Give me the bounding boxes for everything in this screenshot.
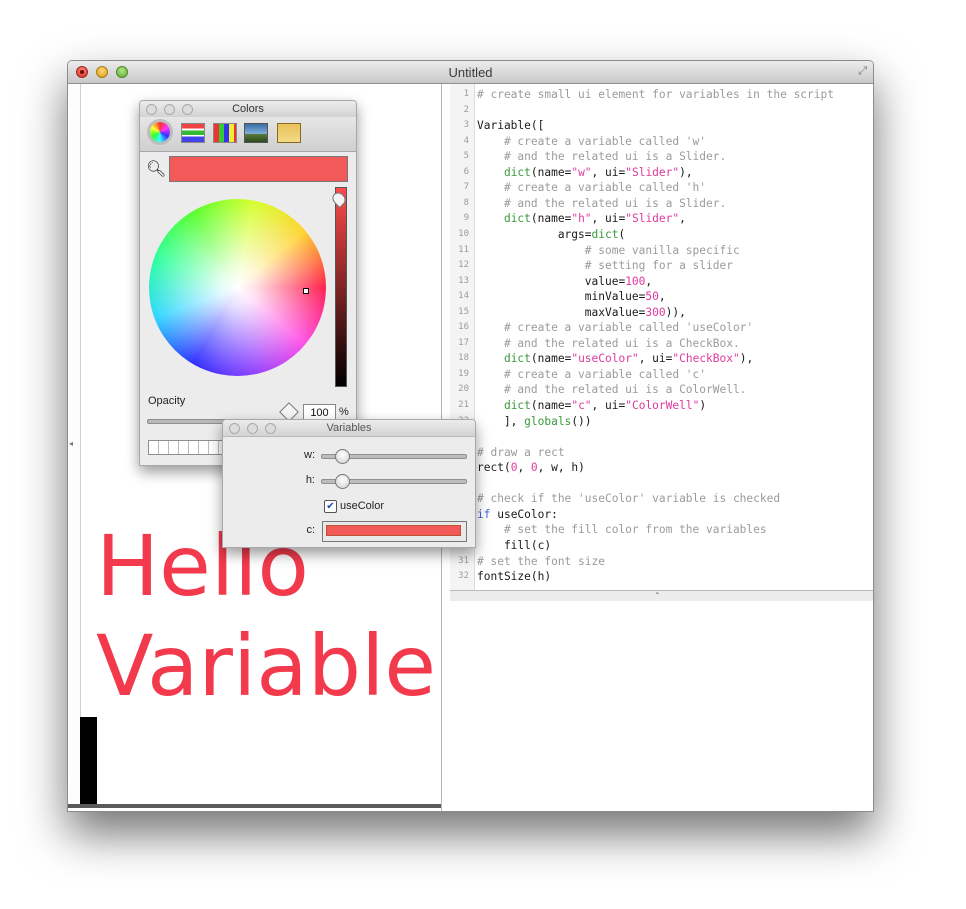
usecolor-checkbox[interactable]: ✔ — [324, 500, 337, 513]
line-number: 21 — [458, 400, 469, 410]
colors-title-bar[interactable]: Colors — [140, 101, 356, 117]
code-line[interactable]: Variable([ — [477, 118, 544, 133]
code-line[interactable]: ], globals()) — [477, 414, 592, 429]
line-number: 9 — [463, 213, 469, 224]
code-line[interactable]: dict(name="h", ui="Slider", — [477, 211, 686, 226]
code-editor[interactable]: 1 # create small ui element for variables… — [450, 84, 873, 590]
opacity-label: Opacity — [148, 395, 186, 407]
color-sliders-icon[interactable] — [181, 123, 205, 143]
line-number: 13 — [458, 275, 469, 286]
magnifier-icon[interactable]: 🔍︎ — [146, 159, 166, 179]
colorwell-swatch — [326, 525, 461, 536]
variables-title-bar[interactable]: Variables — [223, 420, 475, 437]
splitter-handle-icon[interactable]: ⌃ — [654, 591, 661, 600]
line-number: 4 — [463, 135, 469, 146]
code-line[interactable]: fill(c) — [477, 538, 551, 553]
colors-title: Colors — [232, 103, 264, 115]
code-line[interactable]: # and the related ui is a CheckBox. — [477, 336, 740, 351]
variables-title: Variables — [326, 422, 372, 434]
code-line[interactable]: minValue=50, — [477, 289, 666, 304]
line-number: 5 — [463, 151, 469, 162]
code-line[interactable]: # create small ui element for variables … — [477, 87, 834, 102]
title-bar[interactable]: Untitled ⤢ — [68, 61, 873, 84]
color-wheel-icon[interactable] — [150, 122, 170, 142]
code-line[interactable]: fontSize(h) — [477, 569, 551, 584]
color-wheel-center — [149, 199, 326, 376]
chevron-left-icon[interactable]: ◂ — [69, 439, 73, 448]
line-number: 19 — [458, 368, 469, 379]
code-line[interactable]: # create a variable called 'c' — [477, 367, 706, 382]
line-number: 20 — [458, 384, 469, 395]
code-line[interactable]: # and the related ui is a ColorWell. — [477, 382, 746, 397]
code-line[interactable]: # and the related ui is a Slider. — [477, 196, 726, 211]
w-label: w: — [304, 449, 315, 461]
line-number: 15 — [458, 306, 469, 317]
line-number: 31 — [458, 555, 469, 566]
h-label: h: — [305, 474, 315, 486]
line-number: 17 — [458, 337, 469, 348]
code-line[interactable]: args=dict( — [477, 227, 625, 242]
selected-color-swatch[interactable] — [169, 156, 348, 182]
window-title: Untitled — [448, 65, 493, 80]
code-line[interactable]: # set the font size — [477, 554, 605, 569]
image-palettes-icon[interactable] — [244, 123, 268, 143]
line-number: 18 — [458, 353, 469, 364]
code-line[interactable]: # check if the 'useColor' variable is ch… — [477, 491, 780, 506]
code-line[interactable]: value=100, — [477, 274, 652, 289]
output-console[interactable] — [450, 601, 873, 811]
w-slider-knob[interactable] — [335, 449, 351, 464]
drawn-rect — [80, 717, 97, 805]
code-line[interactable]: rect(0, 0, w, h) — [477, 460, 585, 475]
colors-panel: Colors 🔍︎ Opacity 100 % — [139, 100, 357, 466]
usecolor-label[interactable]: useColor — [340, 500, 384, 512]
code-line[interactable]: maxValue=300)), — [477, 305, 686, 320]
canvas-text-line-2: Variable — [96, 617, 437, 715]
c-label: c: — [306, 524, 315, 536]
colors-toolbar — [140, 117, 356, 152]
code-line[interactable]: dict(name="c", ui="ColorWell") — [477, 398, 706, 413]
fullscreen-icon[interactable]: ⤢ — [858, 65, 867, 78]
line-number: 14 — [458, 291, 469, 302]
code-line[interactable]: dict(name="w", ui="Slider"), — [477, 165, 693, 180]
line-number: 10 — [458, 228, 469, 239]
line-number: 1 — [463, 89, 469, 99]
line-number: 6 — [463, 166, 469, 177]
line-number: 12 — [458, 260, 469, 271]
code-line[interactable]: # some vanilla specific — [477, 243, 740, 258]
code-line[interactable]: # create a variable called 'w' — [477, 134, 706, 149]
opacity-percent-label: % — [339, 406, 349, 418]
color-palettes-icon[interactable] — [213, 123, 237, 143]
line-number: 7 — [463, 182, 469, 193]
line-number: 3 — [463, 120, 469, 131]
line-number: 32 — [458, 571, 469, 582]
canvas-bottom-border — [68, 804, 441, 808]
c-colorwell[interactable] — [322, 521, 467, 542]
code-line[interactable]: if useColor: — [477, 507, 558, 522]
line-number: 8 — [463, 197, 469, 208]
color-wheel-marker[interactable] — [303, 288, 309, 294]
code-line[interactable]: # create a variable called 'useColor' — [477, 320, 753, 335]
code-line[interactable]: # and the related ui is a Slider. — [477, 149, 726, 164]
code-line[interactable]: # draw a rect — [477, 445, 565, 460]
code-line[interactable]: dict(name="useColor", ui="CheckBox"), — [477, 351, 753, 366]
code-line[interactable]: # create a variable called 'h' — [477, 180, 706, 195]
line-number: 2 — [463, 104, 469, 115]
crayons-icon[interactable] — [277, 123, 301, 143]
line-number: 16 — [458, 322, 469, 333]
line-number: 11 — [458, 244, 469, 255]
color-wheel[interactable] — [149, 199, 326, 376]
brightness-slider[interactable] — [335, 187, 347, 387]
h-slider-knob[interactable] — [335, 474, 351, 489]
variables-panel: Variables w: h: ✔ useColor c: — [222, 419, 476, 548]
code-line[interactable]: # set the fill color from the variables — [477, 522, 767, 537]
code-line[interactable]: # setting for a slider — [477, 258, 733, 273]
